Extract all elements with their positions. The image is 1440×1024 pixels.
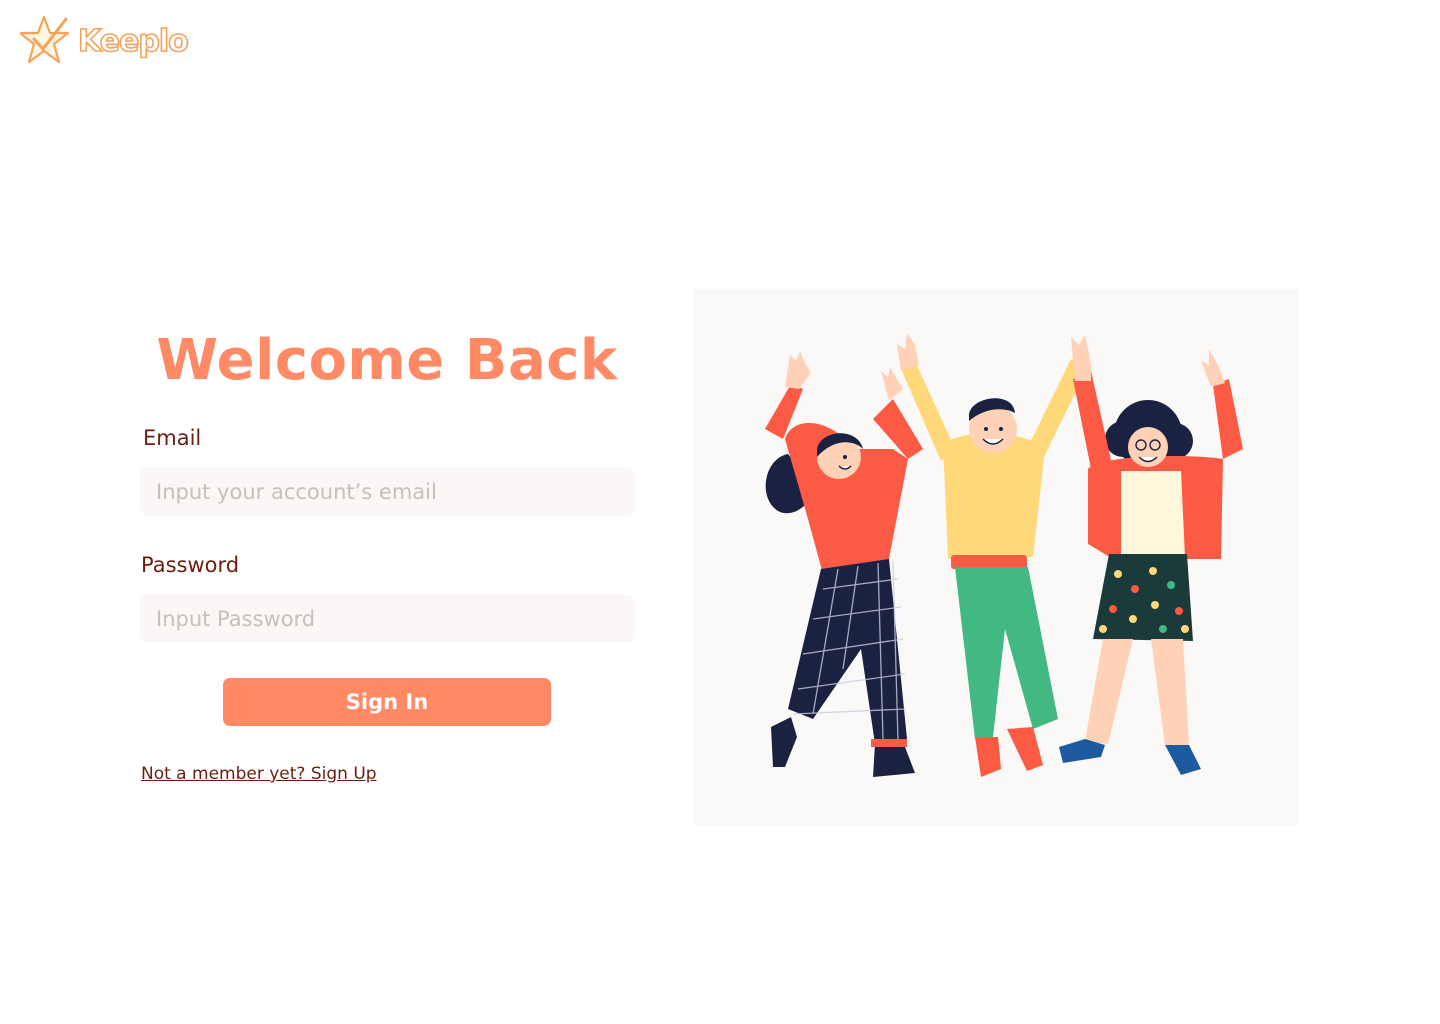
brand-logo[interactable]: Keeplo xyxy=(20,12,190,68)
left-person-figure xyxy=(765,351,923,777)
sign-in-button[interactable]: Sign In xyxy=(223,678,551,726)
star-check-icon xyxy=(20,13,74,67)
page-title: Welcome Back xyxy=(156,328,618,393)
right-person-figure xyxy=(1059,347,1243,775)
password-label: Password xyxy=(141,553,240,577)
brand-name: Keeplo xyxy=(77,24,189,59)
sign-up-link[interactable]: Not a member yet? Sign Up xyxy=(141,764,377,784)
email-field[interactable] xyxy=(140,467,634,516)
middle-person-figure xyxy=(897,333,1089,777)
login-page: Keeplo Welcome Back Email Password Sign … xyxy=(0,0,1440,1024)
celebration-illustration xyxy=(693,289,1299,825)
password-field[interactable] xyxy=(140,594,634,643)
email-label: Email xyxy=(143,426,202,450)
